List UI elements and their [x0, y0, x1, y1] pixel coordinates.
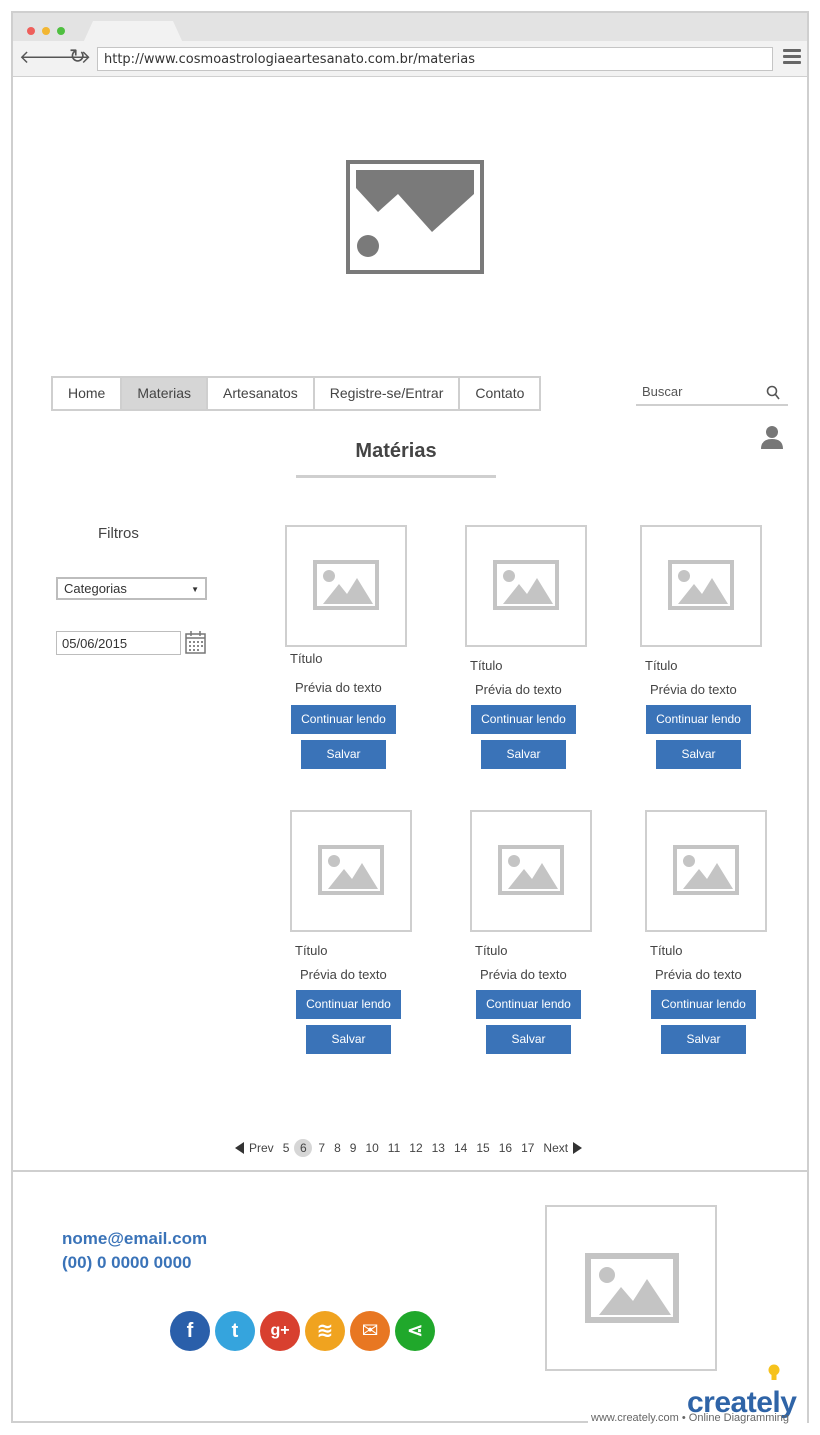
article-preview: Prévia do texto [480, 967, 567, 982]
article-title: Título [295, 943, 328, 958]
article-thumbnail[interactable] [290, 810, 412, 932]
nav-item-registre[interactable]: Registre-se/Entrar [315, 378, 461, 409]
address-bar[interactable]: http://www.cosmoastrologiaeartesanato.co… [97, 47, 773, 71]
bottom-divider [13, 1421, 588, 1423]
page-link[interactable]: 13 [432, 1141, 445, 1155]
page-link[interactable]: 11 [388, 1141, 400, 1155]
mail-icon[interactable]: ✉ [350, 1311, 390, 1351]
search-icon[interactable] [766, 385, 781, 401]
facebook-icon[interactable]: f [170, 1311, 210, 1351]
footer-image [545, 1205, 717, 1371]
date-field[interactable]: 05/06/2015 [56, 631, 181, 655]
calendar-icon[interactable] [185, 631, 206, 654]
page-link[interactable]: 5 [283, 1141, 290, 1155]
footer-divider [13, 1170, 807, 1172]
article-thumbnail[interactable] [285, 525, 407, 647]
category-select[interactable]: Categorias ▼ [56, 577, 207, 600]
maximize-dot-icon[interactable] [57, 27, 65, 35]
save-button[interactable]: Salvar [301, 740, 386, 769]
google-plus-icon[interactable]: g+ [260, 1311, 300, 1351]
nav-item-artesanatos[interactable]: Artesanatos [208, 378, 315, 409]
user-icon[interactable] [761, 425, 783, 449]
page-link[interactable]: 15 [476, 1141, 489, 1155]
save-button[interactable]: Salvar [486, 1025, 571, 1054]
page-link[interactable]: 10 [365, 1141, 378, 1155]
article-preview: Prévia do texto [650, 682, 737, 697]
save-button[interactable]: Salvar [306, 1025, 391, 1054]
reload-icon[interactable]: ↻ [69, 47, 86, 67]
prev-arrow-icon[interactable] [235, 1142, 244, 1154]
nav-item-home[interactable]: Home [53, 378, 123, 409]
next-arrow-icon[interactable] [573, 1142, 583, 1154]
creately-tagline: www.creately.com • Online Diagramming [591, 1412, 790, 1424]
continue-reading-button[interactable]: Continuar lendo [471, 705, 576, 734]
rss-icon[interactable]: ≋ [305, 1311, 345, 1351]
chevron-down-icon: ▼ [191, 585, 199, 594]
save-button[interactable]: Salvar [481, 740, 566, 769]
article-preview: Prévia do texto [300, 967, 387, 982]
page-link[interactable]: 7 [318, 1141, 325, 1155]
search-box [636, 381, 788, 406]
minimize-dot-icon[interactable] [42, 27, 50, 35]
page-current[interactable]: 6 [294, 1139, 313, 1157]
pagination: Prev 5 6 7 8 9 10 11 12 13 14 15 16 17 N… [235, 1139, 583, 1157]
search-input[interactable] [636, 381, 754, 402]
continue-reading-button[interactable]: Continuar lendo [646, 705, 751, 734]
save-button[interactable]: Salvar [656, 740, 741, 769]
hamburger-menu-icon[interactable] [783, 49, 801, 67]
filters-heading: Filtros [98, 525, 139, 542]
category-select-value: Categorias [64, 581, 127, 596]
article-preview: Prévia do texto [655, 967, 742, 982]
twitter-icon[interactable]: t [215, 1311, 255, 1351]
page-link[interactable]: 16 [499, 1141, 512, 1155]
browser-titlebar [13, 13, 807, 43]
contact-phone: (00) 0 0000 0000 [62, 1253, 192, 1272]
nav-item-materias[interactable]: Materias [122, 378, 209, 409]
nav-item-contato[interactable]: Contato [460, 378, 539, 409]
article-preview: Prévia do texto [475, 682, 562, 697]
article-thumbnail[interactable] [645, 810, 767, 932]
article-title: Título [475, 943, 508, 958]
save-button[interactable]: Salvar [661, 1025, 746, 1054]
page-title: Matérias [355, 440, 437, 462]
continue-reading-button[interactable]: Continuar lendo [296, 990, 401, 1019]
contact-email[interactable]: nome@email.com [62, 1229, 207, 1249]
browser-tab[interactable] [83, 21, 183, 43]
article-thumbnail[interactable] [640, 525, 762, 647]
article-preview: Prévia do texto [295, 680, 382, 695]
page-link[interactable]: 17 [521, 1141, 534, 1155]
article-title: Título [470, 658, 503, 673]
article-title: Título [290, 651, 323, 666]
close-dot-icon[interactable] [27, 27, 35, 35]
page-link[interactable]: 14 [454, 1141, 467, 1155]
continue-reading-button[interactable]: Continuar lendo [291, 705, 396, 734]
article-title: Título [645, 658, 678, 673]
site-logo-image [346, 160, 484, 274]
article-thumbnail[interactable] [465, 525, 587, 647]
pagination-next[interactable]: Next [543, 1141, 568, 1155]
page-link[interactable]: 9 [350, 1141, 357, 1155]
browser-toolbar: 🡐 🡒 ↻ http://www.cosmoastrologiaeartesan… [13, 41, 807, 77]
title-underline [296, 475, 496, 478]
page-link[interactable]: 8 [334, 1141, 341, 1155]
browser-window: 🡐 🡒 ↻ http://www.cosmoastrologiaeartesan… [11, 11, 809, 1424]
continue-reading-button[interactable]: Continuar lendo [476, 990, 581, 1019]
page-link[interactable]: 12 [409, 1141, 422, 1155]
share-icon[interactable]: ⋖ [395, 1311, 435, 1351]
continue-reading-button[interactable]: Continuar lendo [651, 990, 756, 1019]
pagination-prev[interactable]: Prev [249, 1141, 274, 1155]
article-title: Título [650, 943, 683, 958]
lightbulb-icon [768, 1364, 780, 1380]
article-thumbnail[interactable] [470, 810, 592, 932]
main-nav: Home Materias Artesanatos Registre-se/En… [51, 376, 542, 411]
